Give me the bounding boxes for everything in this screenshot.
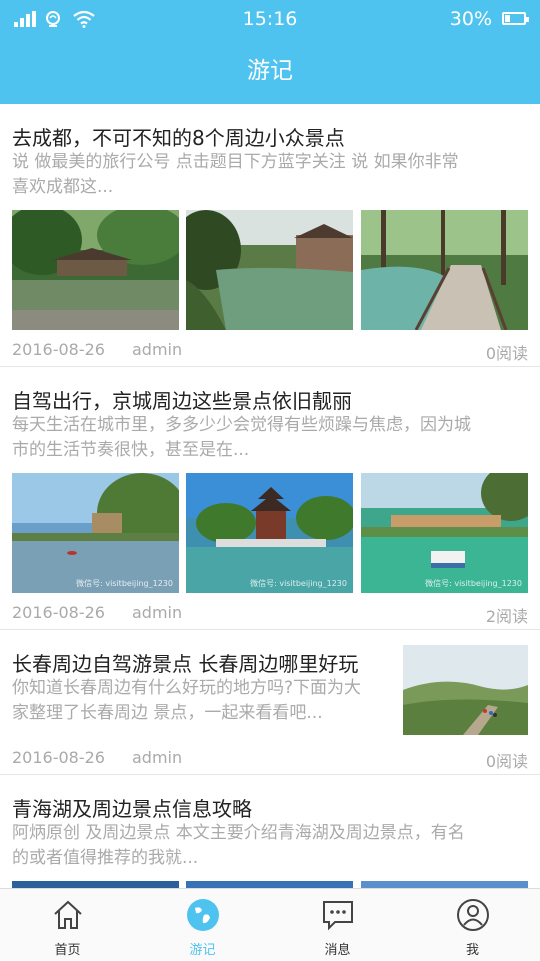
image-watermark: 微信号: visitbeijing_1230 (76, 579, 173, 588)
article-image[interactable] (186, 210, 353, 330)
article-image[interactable]: 微信号: visitbeijing_1230 (12, 473, 179, 593)
article-summary: 你知道长春周边有什么好玩的地方吗?下面为大 家整理了长春周边 景点，一起来看看吧… (12, 678, 362, 723)
globe-icon (186, 899, 219, 931)
article-image[interactable] (361, 881, 528, 888)
article-summary: 每天生活在城市里，多多少少会觉得有些烦躁与焦虑，因为城 市的生活节奏很快，甚至是… (12, 415, 471, 460)
status-bar: 15:16 30% (0, 0, 540, 38)
article-date: 2016-08-26 (12, 748, 105, 767)
article-thumbnail[interactable] (403, 645, 528, 735)
tab-label: 游记 (189, 943, 216, 958)
image-watermark: 微信号: visitbeijing_1230 (250, 579, 347, 588)
article-title[interactable]: 青海湖及周边景点信息攻略 (12, 793, 252, 822)
article-image[interactable] (186, 881, 353, 888)
tab-messages[interactable]: 消息 (270, 889, 405, 961)
article-date: 2016-08-26 (12, 603, 105, 622)
message-icon (322, 901, 353, 931)
article-author: admin (132, 340, 183, 359)
article-date: 2016-08-26 (12, 340, 105, 359)
article-image[interactable]: 微信号: visitbeijing_1230 (361, 473, 528, 593)
article-image-row (12, 881, 528, 888)
battery-percent: 30% (449, 8, 492, 30)
article-item[interactable]: 去成都，不可不知的8个周边小众景点 说 做最美的旅行公号 点击题目下方蓝字关注 … (0, 104, 540, 367)
bottom-tab-bar: 首页 游记 消息 我 (0, 888, 540, 960)
article-item[interactable]: 青海湖及周边景点信息攻略 阿炳原创 及周边景点 本文主要介绍青海湖及周边景点，有… (0, 775, 540, 888)
tab-home[interactable]: 首页 (0, 889, 135, 961)
user-icon (456, 899, 489, 931)
article-image-row: 微信号: visitbeijing_1230 微信号: visitbeijing… (12, 473, 528, 593)
article-image[interactable] (12, 210, 179, 330)
article-title[interactable]: 长春周边自驾游景点 长春周边哪里好玩 (12, 648, 358, 677)
article-summary: 说 做最美的旅行公号 点击题目下方蓝字关注 说 如果你非常 喜欢成都这... (12, 152, 459, 197)
tab-me[interactable]: 我 (405, 889, 540, 961)
tab-label: 消息 (324, 943, 351, 958)
tab-label: 我 (465, 943, 479, 958)
battery-icon (502, 12, 529, 25)
article-title[interactable]: 自驾出行，京城周边这些景点依旧靓丽 (12, 385, 352, 414)
image-watermark: 微信号: visitbeijing_1230 (425, 579, 522, 588)
article-author: admin (132, 603, 183, 622)
home-icon (53, 900, 82, 929)
article-item[interactable]: 长春周边自驾游景点 长春周边哪里好玩 你知道长春周边有什么好玩的地方吗?下面为大… (0, 630, 540, 775)
article-read-count: 0阅读 (485, 752, 528, 771)
article-title[interactable]: 去成都，不可不知的8个周边小众景点 (12, 122, 345, 151)
article-image[interactable] (361, 210, 528, 330)
article-read-count: 0阅读 (485, 344, 528, 363)
page-title: 游记 (0, 38, 540, 104)
tab-travel-notes[interactable]: 游记 (135, 889, 270, 961)
article-image-row (12, 210, 528, 330)
article-image[interactable]: 微信号: visitbeijing_1230 (186, 473, 353, 593)
article-summary: 阿炳原创 及周边景点 本文主要介绍青海湖及周边景点，有名 的或者值得推荐的我就.… (12, 823, 465, 868)
article-feed[interactable]: 去成都，不可不知的8个周边小众景点 说 做最美的旅行公号 点击题目下方蓝字关注 … (0, 104, 540, 888)
tab-label: 首页 (54, 943, 81, 958)
article-read-count: 2阅读 (485, 607, 528, 626)
article-item[interactable]: 自驾出行，京城周边这些景点依旧靓丽 每天生活在城市里，多多少少会觉得有些烦躁与焦… (0, 367, 540, 630)
article-author: admin (132, 748, 183, 767)
article-image[interactable] (12, 881, 179, 888)
